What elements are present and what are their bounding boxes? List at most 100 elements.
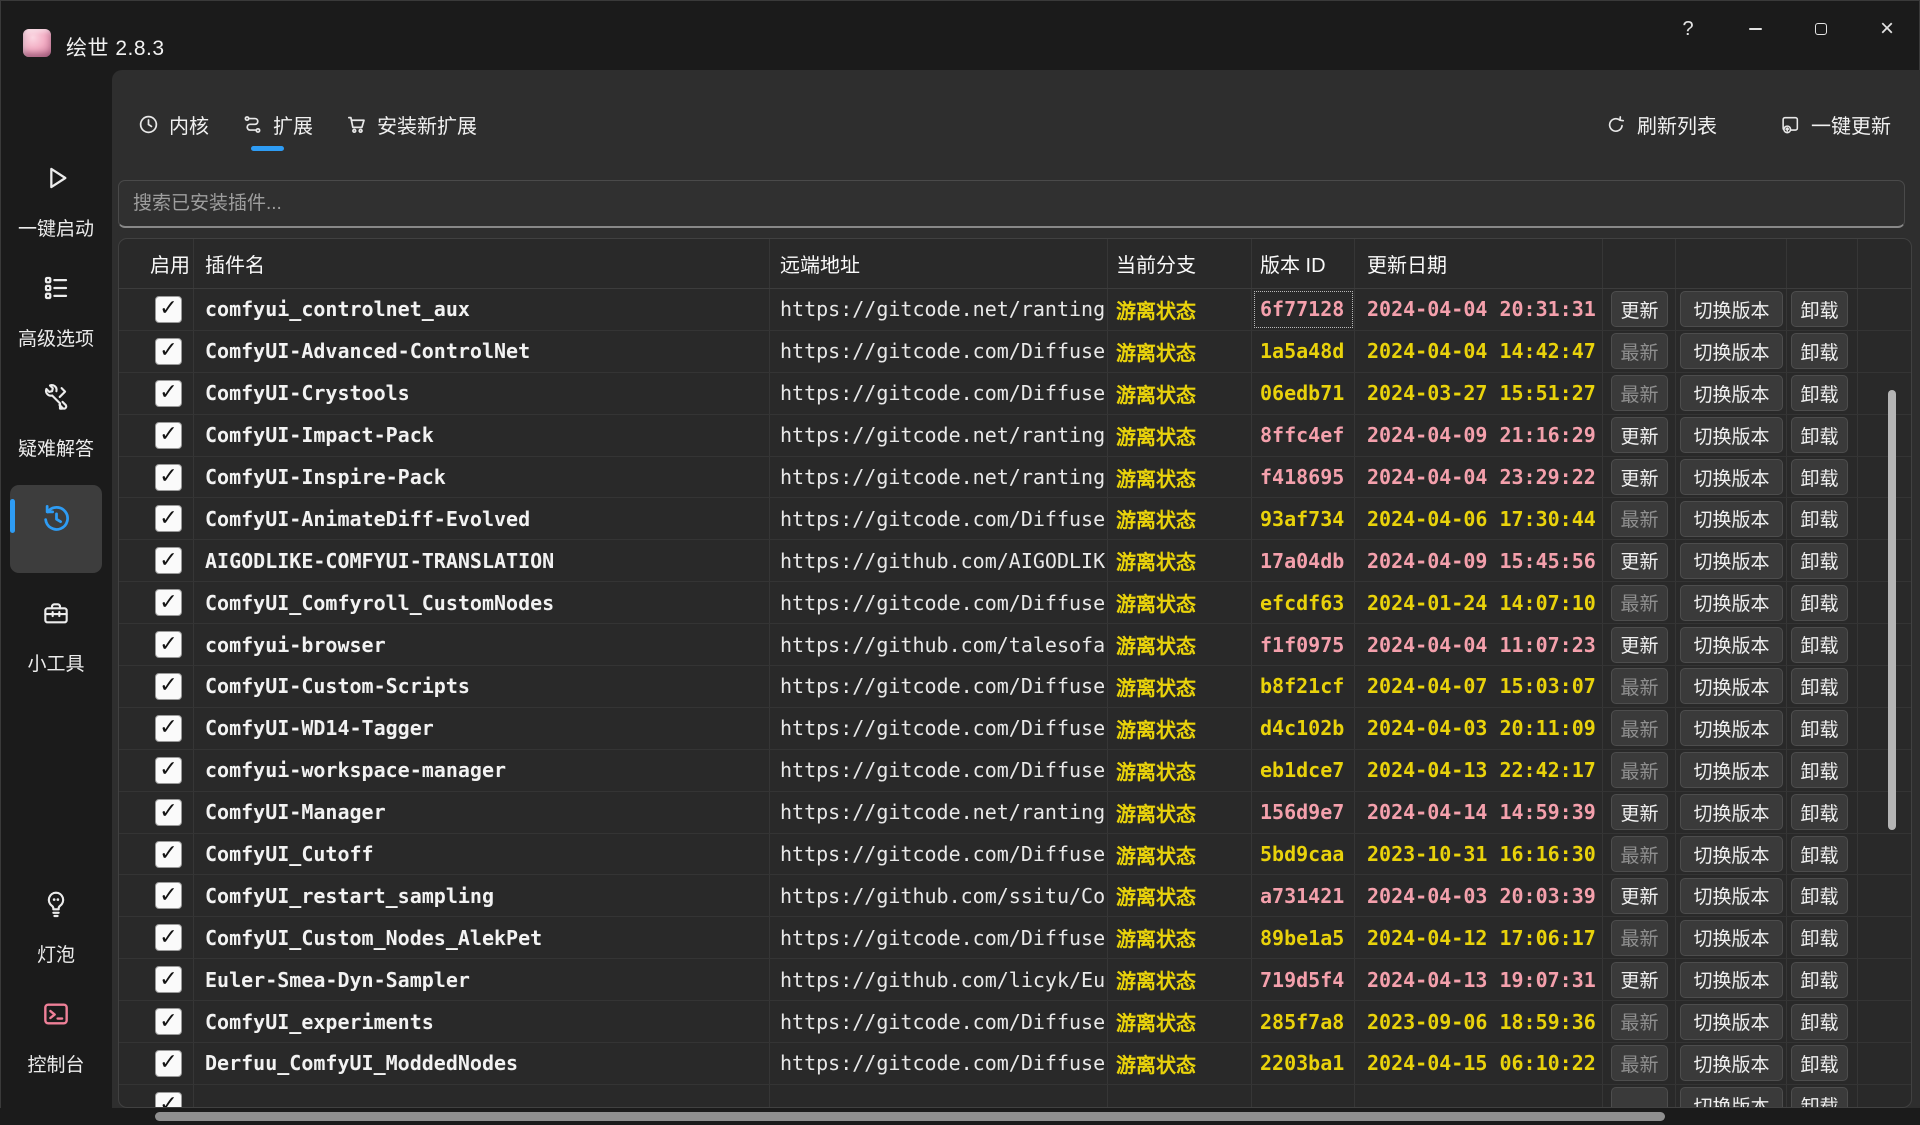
plugin-branch-status: 游离状态 (1108, 1043, 1252, 1084)
plugin-enabled-checkbox[interactable]: ✓ (155, 673, 182, 700)
update-button[interactable]: 更新 (1611, 543, 1668, 579)
plugin-enabled-checkbox[interactable]: ✓ (155, 966, 182, 993)
latest-button[interactable]: 最新 (1611, 1004, 1668, 1040)
switch-version-button[interactable]: 切换版本 (1680, 585, 1783, 621)
plugin-enabled-checkbox[interactable]: ✓ (155, 1050, 182, 1077)
update-button[interactable]: 更新 (1611, 962, 1668, 998)
uninstall-button[interactable]: 卸载 (1791, 375, 1848, 411)
uninstall-button[interactable]: 卸载 (1791, 752, 1848, 788)
plugin-enabled-checkbox[interactable]: ✓ (155, 380, 182, 407)
switch-version-button[interactable]: 切换版本 (1680, 1045, 1783, 1081)
sidebar-item-troubleshoot[interactable]: 疑难解答 (0, 382, 112, 461)
latest-button[interactable]: 最新 (1611, 375, 1668, 411)
plugin-enabled-checkbox[interactable]: ✓ (155, 338, 182, 365)
sidebar-item-console[interactable]: 控制台 (0, 998, 112, 1077)
switch-version-button[interactable]: 切换版本 (1680, 543, 1783, 579)
plugin-enabled-checkbox[interactable]: ✓ (155, 547, 182, 574)
switch-version-button[interactable]: 切换版本 (1680, 962, 1783, 998)
latest-button[interactable]: 最新 (1611, 585, 1668, 621)
uninstall-button[interactable]: 卸载 (1791, 878, 1848, 914)
switch-version-button[interactable]: 切换版本 (1680, 668, 1783, 704)
switch-version-button[interactable]: 切换版本 (1680, 1087, 1783, 1108)
uninstall-button[interactable]: 卸载 (1791, 501, 1848, 537)
switch-version-button[interactable]: 切换版本 (1680, 459, 1783, 495)
uninstall-button[interactable]: 卸载 (1791, 836, 1848, 872)
refresh-list-button[interactable]: 刷新列表 (1605, 110, 1717, 139)
switch-version-button[interactable]: 切换版本 (1680, 878, 1783, 914)
plugin-enabled-checkbox[interactable]: ✓ (155, 505, 182, 532)
maximize-button[interactable] (1798, 12, 1844, 46)
switch-version-button[interactable]: 切换版本 (1680, 417, 1783, 453)
uninstall-button[interactable]: 卸载 (1791, 1045, 1848, 1081)
sidebar-item-version-management[interactable] (0, 502, 112, 534)
update-button[interactable]: 更新 (1611, 459, 1668, 495)
uninstall-button[interactable]: 卸载 (1791, 585, 1848, 621)
plugin-enabled-checkbox[interactable]: ✓ (155, 589, 182, 616)
update-button[interactable]: 更新 (1611, 878, 1668, 914)
plugin-enabled-checkbox[interactable]: ✓ (155, 799, 182, 826)
switch-version-button[interactable]: 切换版本 (1680, 710, 1783, 746)
plugin-enabled-checkbox[interactable]: ✓ (155, 464, 182, 491)
switch-version-button[interactable]: 切换版本 (1680, 794, 1783, 830)
switch-version-button[interactable]: 切换版本 (1680, 291, 1783, 327)
plugin-enabled-checkbox[interactable]: ✓ (155, 924, 182, 951)
plugin-enabled-checkbox[interactable]: ✓ (155, 1092, 182, 1108)
tab-install-new-extension[interactable]: 安装新扩展 (345, 110, 477, 141)
latest-button[interactable]: 最新 (1611, 710, 1668, 746)
plugin-enabled-checkbox[interactable]: ✓ (155, 757, 182, 784)
search-input[interactable] (119, 181, 1904, 226)
uninstall-button[interactable]: 卸载 (1791, 417, 1848, 453)
switch-version-button[interactable]: 切换版本 (1680, 1004, 1783, 1040)
sidebar-item-launch[interactable]: 一键启动 (0, 162, 112, 241)
latest-button[interactable]: 最新 (1611, 668, 1668, 704)
tab-extensions[interactable]: 扩展 (241, 110, 313, 141)
plugin-enabled-checkbox[interactable]: ✓ (155, 631, 182, 658)
uninstall-button[interactable]: 卸载 (1791, 794, 1848, 830)
horizontal-scrollbar-thumb[interactable] (155, 1112, 1665, 1121)
plugin-enabled-checkbox[interactable]: ✓ (155, 882, 182, 909)
uninstall-button[interactable]: 卸载 (1791, 710, 1848, 746)
plugin-enabled-checkbox[interactable]: ✓ (155, 296, 182, 323)
switch-version-button[interactable]: 切换版本 (1680, 627, 1783, 663)
switch-version-button[interactable]: 切换版本 (1680, 836, 1783, 872)
update-button[interactable]: 更新 (1611, 794, 1668, 830)
plugin-enabled-checkbox[interactable]: ✓ (155, 1008, 182, 1035)
uninstall-button[interactable]: 卸载 (1791, 920, 1848, 956)
uninstall-button[interactable]: 卸载 (1791, 1004, 1848, 1040)
uninstall-button[interactable]: 卸载 (1791, 962, 1848, 998)
switch-version-button[interactable]: 切换版本 (1680, 375, 1783, 411)
uninstall-button[interactable]: 卸载 (1791, 627, 1848, 663)
update-button[interactable]: 更新 (1611, 291, 1668, 327)
switch-version-button[interactable]: 切换版本 (1680, 752, 1783, 788)
latest-button[interactable]: 最新 (1611, 333, 1668, 369)
plugin-enabled-checkbox[interactable]: ✓ (155, 841, 182, 868)
update-all-button[interactable]: 一键更新 (1779, 110, 1891, 139)
uninstall-button[interactable]: 卸载 (1791, 459, 1848, 495)
close-button[interactable]: × (1864, 12, 1910, 46)
plugin-enabled-checkbox[interactable]: ✓ (155, 422, 182, 449)
vertical-scrollbar-thumb[interactable] (1888, 390, 1896, 830)
sidebar-item-small-tools[interactable]: 小工具 (0, 597, 112, 676)
tab-kernel[interactable]: 内核 (137, 110, 209, 141)
latest-button[interactable]: 最新 (1611, 501, 1668, 537)
update-button[interactable]: 更新 (1611, 417, 1668, 453)
latest-button[interactable]: 最新 (1611, 752, 1668, 788)
plugin-enabled-checkbox[interactable]: ✓ (155, 715, 182, 742)
uninstall-button[interactable]: 卸载 (1791, 668, 1848, 704)
latest-button[interactable]: 最新 (1611, 836, 1668, 872)
minimize-button[interactable] (1732, 12, 1778, 46)
switch-version-button[interactable]: 切换版本 (1680, 333, 1783, 369)
uninstall-button[interactable]: 卸载 (1791, 543, 1848, 579)
uninstall-button[interactable]: 卸载 (1791, 333, 1848, 369)
latest-button[interactable]: 最新 (1611, 920, 1668, 956)
sidebar-item-bulb[interactable]: 灯泡 (0, 888, 112, 967)
latest-button[interactable]: 最新 (1611, 1045, 1668, 1081)
update-button[interactable] (1611, 1087, 1668, 1108)
update-button[interactable]: 更新 (1611, 627, 1668, 663)
sidebar-item-advanced-options[interactable]: 高级选项 (0, 272, 112, 351)
help-button[interactable]: ? (1665, 12, 1711, 46)
switch-version-button[interactable]: 切换版本 (1680, 920, 1783, 956)
switch-version-button[interactable]: 切换版本 (1680, 501, 1783, 537)
uninstall-button[interactable]: 卸载 (1791, 291, 1848, 327)
uninstall-button[interactable]: 卸载 (1791, 1087, 1848, 1108)
